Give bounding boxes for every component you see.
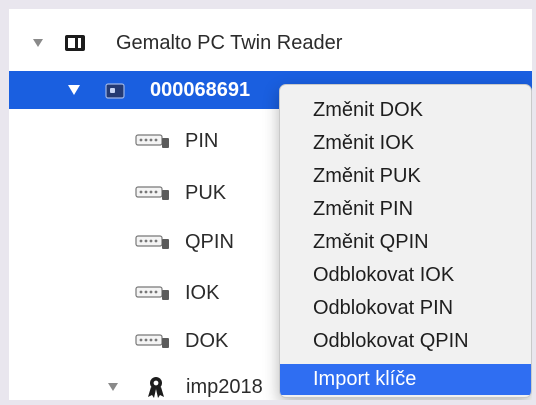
menu-item-odblokovat-qpin[interactable]: Odblokovat QPIN [280,326,531,357]
tree-label-qpin: QPIN [185,230,234,253]
tree-label-dok: DOK [185,329,229,352]
menu-item-zmenit-dok[interactable]: Změnit DOK [280,95,531,126]
key-icon [135,284,171,308]
disclosure-triangle-icon[interactable] [31,36,45,50]
context-menu: Změnit DOK Změnit IOK Změnit PUK Změnit … [279,84,532,398]
tree-row-reader[interactable]: Gemalto PC Twin Reader [9,27,532,59]
tree-label-iok: IOK [185,281,220,304]
key-icon [135,233,171,257]
tree-label-puk: PUK [185,181,227,204]
tree-label-reader: Gemalto PC Twin Reader [116,31,343,54]
key-icon [135,332,171,356]
key-icon [135,132,171,156]
tree-label-pin: PIN [185,129,219,152]
menu-item-import-klice[interactable]: Import klíče [280,364,531,395]
disclosure-triangle-icon[interactable] [106,380,120,394]
tree-label-imp2018: imp2018 [186,375,263,398]
certificate-icon [146,375,166,405]
menu-item-zmenit-pin[interactable]: Změnit PIN [280,194,531,225]
menu-item-zmenit-qpin[interactable]: Změnit QPIN [280,227,531,258]
menu-item-odblokovat-iok[interactable]: Odblokovat IOK [280,260,531,291]
menu-item-zmenit-iok[interactable]: Změnit IOK [280,128,531,159]
menu-item-odblokovat-pin[interactable]: Odblokovat PIN [280,293,531,324]
menu-item-zmenit-puk[interactable]: Změnit PUK [280,161,531,192]
tree-label-card: 000068691 [150,78,251,101]
card-reader-icon [64,33,86,59]
disclosure-triangle-icon[interactable] [67,83,81,97]
smart-card-icon [105,82,125,105]
key-icon [135,184,171,208]
